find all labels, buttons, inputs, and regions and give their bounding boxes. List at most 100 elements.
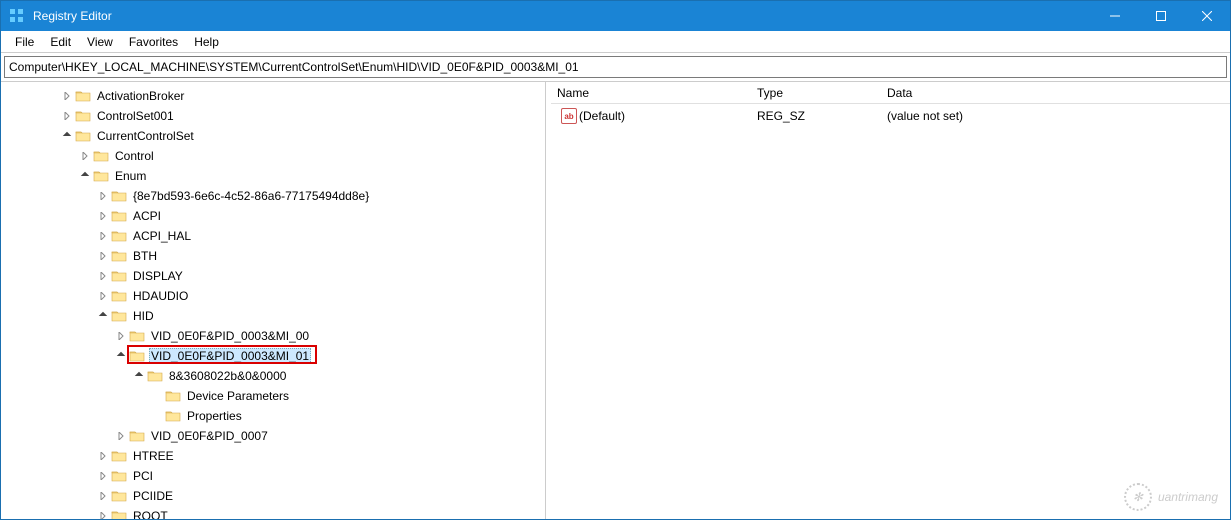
chevron-right-icon[interactable] xyxy=(79,150,91,162)
list-row[interactable]: ab(Default)REG_SZ(value not set) xyxy=(551,106,1230,126)
tree-item-label: PCI xyxy=(131,468,155,484)
chevron-right-icon[interactable] xyxy=(115,330,127,342)
chevron-right-icon[interactable] xyxy=(97,450,109,462)
value-name: (Default) xyxy=(579,109,625,123)
tree-item[interactable]: ActivationBroker xyxy=(1,86,545,106)
folder-icon xyxy=(111,229,127,243)
chevron-down-icon[interactable] xyxy=(61,130,73,142)
folder-icon xyxy=(129,329,145,343)
tree-item[interactable]: PCIIDE xyxy=(1,486,545,506)
chevron-right-icon[interactable] xyxy=(61,110,73,122)
menu-edit[interactable]: Edit xyxy=(42,33,79,51)
chevron-right-icon[interactable] xyxy=(97,210,109,222)
tree-item-label: VID_0E0F&PID_0003&MI_01 xyxy=(149,348,311,364)
list-header: Name Type Data xyxy=(551,82,1230,104)
tree-item-label: HID xyxy=(131,308,156,324)
chevron-right-icon[interactable] xyxy=(97,510,109,519)
value-type: REG_SZ xyxy=(751,109,881,123)
tree-item-label: VID_0E0F&PID_0007 xyxy=(149,428,270,444)
tree-item-label: {8e7bd593-6e6c-4c52-86a6-77175494dd8e} xyxy=(131,188,371,204)
folder-icon xyxy=(147,369,163,383)
chevron-right-icon[interactable] xyxy=(97,470,109,482)
tree-item-label: ActivationBroker xyxy=(95,88,186,104)
content-area: ActivationBroker ControlSet001 CurrentCont… xyxy=(1,81,1230,519)
folder-icon xyxy=(165,409,181,423)
tree-item[interactable]: ControlSet001 xyxy=(1,106,545,126)
tree-item-label: 8&3608022b&0&0000 xyxy=(167,368,288,384)
tree-item[interactable]: 8&3608022b&0&0000 xyxy=(1,366,545,386)
list-pane: Name Type Data ab(Default)REG_SZ(value n… xyxy=(551,82,1230,519)
chevron-right-icon[interactable] xyxy=(97,270,109,282)
folder-icon xyxy=(111,489,127,503)
tree-item[interactable]: Device Parameters xyxy=(1,386,545,406)
regedit-app-icon xyxy=(9,8,25,24)
registry-editor-window: Registry Editor File Edit View Favorites… xyxy=(0,0,1231,520)
folder-icon xyxy=(111,289,127,303)
col-header-data[interactable]: Data xyxy=(881,84,1230,102)
folder-icon xyxy=(111,189,127,203)
tree-item-label: VID_0E0F&PID_0003&MI_00 xyxy=(149,328,311,344)
col-header-type[interactable]: Type xyxy=(751,84,881,102)
folder-icon xyxy=(129,429,145,443)
tree-item[interactable]: PCI xyxy=(1,466,545,486)
folder-icon xyxy=(111,249,127,263)
tree-item-label: Control xyxy=(113,148,156,164)
window-controls xyxy=(1092,1,1230,31)
tree-item[interactable]: Enum xyxy=(1,166,545,186)
window-title: Registry Editor xyxy=(33,9,1092,23)
chevron-right-icon[interactable] xyxy=(97,290,109,302)
tree-item[interactable]: CurrentControlSet xyxy=(1,126,545,146)
folder-icon xyxy=(93,169,109,183)
maximize-button[interactable] xyxy=(1138,1,1184,31)
chevron-down-icon[interactable] xyxy=(115,350,127,362)
tree-item-label: Device Parameters xyxy=(185,388,291,404)
tree-item-label: ACPI xyxy=(131,208,163,224)
tree-item-label: PCIIDE xyxy=(131,488,175,504)
tree-item-label: ROOT xyxy=(131,508,170,519)
menu-favorites[interactable]: Favorites xyxy=(121,33,186,51)
chevron-down-icon[interactable] xyxy=(79,170,91,182)
folder-icon xyxy=(165,389,181,403)
tree-pane[interactable]: ActivationBroker ControlSet001 CurrentCont… xyxy=(1,82,546,519)
folder-icon xyxy=(111,509,127,519)
tree-item[interactable]: VID_0E0F&PID_0003&MI_01 xyxy=(1,346,545,366)
tree-item[interactable]: {8e7bd593-6e6c-4c52-86a6-77175494dd8e} xyxy=(1,186,545,206)
titlebar[interactable]: Registry Editor xyxy=(1,1,1230,31)
tree-item[interactable]: DISPLAY xyxy=(1,266,545,286)
tree-item[interactable]: VID_0E0F&PID_0007 xyxy=(1,426,545,446)
tree-item[interactable]: BTH xyxy=(1,246,545,266)
chevron-down-icon[interactable] xyxy=(97,310,109,322)
tree-item-label: Enum xyxy=(113,168,148,184)
menu-file[interactable]: File xyxy=(7,33,42,51)
tree-item[interactable]: Control xyxy=(1,146,545,166)
chevron-right-icon[interactable] xyxy=(97,250,109,262)
folder-icon xyxy=(111,309,127,323)
tree-item[interactable]: ROOT xyxy=(1,506,545,519)
chevron-right-icon[interactable] xyxy=(97,190,109,202)
minimize-button[interactable] xyxy=(1092,1,1138,31)
col-header-name[interactable]: Name xyxy=(551,84,751,102)
tree-item[interactable]: HTREE xyxy=(1,446,545,466)
tree-item[interactable]: Properties xyxy=(1,406,545,426)
tree-item[interactable]: VID_0E0F&PID_0003&MI_00 xyxy=(1,326,545,346)
chevron-right-icon[interactable] xyxy=(97,230,109,242)
close-button[interactable] xyxy=(1184,1,1230,31)
address-bar[interactable]: Computer\HKEY_LOCAL_MACHINE\SYSTEM\Curre… xyxy=(4,56,1227,78)
tree-item[interactable]: HDAUDIO xyxy=(1,286,545,306)
chevron-right-icon[interactable] xyxy=(97,490,109,502)
menu-help[interactable]: Help xyxy=(186,33,227,51)
list-body[interactable]: ab(Default)REG_SZ(value not set) xyxy=(551,104,1230,519)
menu-view[interactable]: View xyxy=(79,33,121,51)
tree-item[interactable]: ACPI_HAL xyxy=(1,226,545,246)
chevron-right-icon[interactable] xyxy=(61,90,73,102)
tree-item-label: ControlSet001 xyxy=(95,108,176,124)
tree-item[interactable]: HID xyxy=(1,306,545,326)
folder-icon xyxy=(75,89,91,103)
tree-item-label: HDAUDIO xyxy=(131,288,190,304)
tree-item-label: HTREE xyxy=(131,448,176,464)
chevron-right-icon[interactable] xyxy=(115,430,127,442)
address-text: Computer\HKEY_LOCAL_MACHINE\SYSTEM\Curre… xyxy=(9,60,579,74)
tree-item[interactable]: ACPI xyxy=(1,206,545,226)
folder-icon xyxy=(93,149,109,163)
chevron-down-icon[interactable] xyxy=(133,370,145,382)
